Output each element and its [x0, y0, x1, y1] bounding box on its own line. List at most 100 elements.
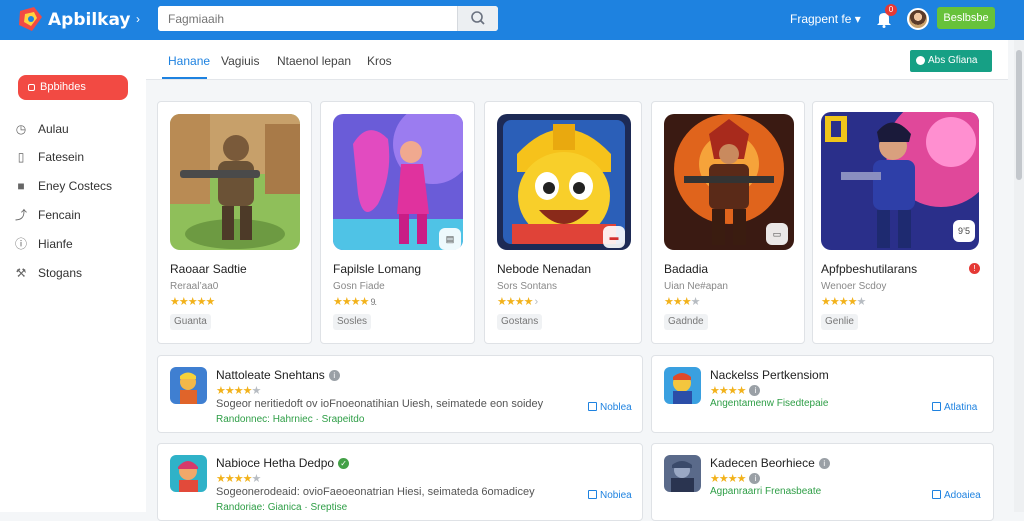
game-name[interactable]: Fapilsle Lomang: [333, 262, 421, 276]
sidebar-item-5[interactable]: ⓘ Hianfe: [14, 234, 73, 254]
chevron-down-icon: ▾: [854, 12, 861, 26]
featured-card-4[interactable]: ▭ Badadia Uian Ne#apan ★★★★ Gadnde: [651, 101, 805, 344]
list-item-categories[interactable]: Randonnec: Hahrniec · Srapeitdo: [216, 414, 364, 425]
list-item-4[interactable]: Kadecen Beorhiece i ★★★★ i Agpanraarri Fre…: [651, 443, 994, 521]
sidebar-item-6[interactable]: ⚒ Stogans: [14, 263, 82, 283]
age-rating-corner[interactable]: 9’5: [953, 220, 975, 242]
flag-icon[interactable]: ▬: [603, 226, 625, 248]
game-icon[interactable]: [664, 455, 701, 492]
game-name[interactable]: Nebode Nenadan: [497, 262, 591, 276]
list-item-title[interactable]: Nackelss Pertkensiom: [710, 368, 829, 382]
top-link-label: Fragpent fe: [790, 12, 852, 26]
tab-1[interactable]: Hanane: [168, 54, 210, 68]
featured-card-5[interactable]: 9’5 Apfpbeshutilarans ! Wenoer Scdoy ★★★…: [812, 101, 994, 344]
clock-icon: ◷: [15, 122, 27, 136]
page-scrollbar[interactable]: [1014, 40, 1024, 512]
game-icon[interactable]: [170, 367, 207, 404]
rating-stars: ★★★★: [664, 295, 700, 308]
rating-stars: ★★★★ 9.: [333, 295, 377, 308]
building-icon: ▯: [17, 150, 25, 164]
list-item-categories[interactable]: Angentamenw Fisedtepaie: [710, 398, 828, 409]
active-tab-indicator: [162, 77, 207, 79]
category-tag[interactable]: Sosles: [333, 314, 372, 330]
rating-stars: ★★★★ i: [710, 472, 761, 485]
list-item-description: Sogeor neritiedoft ov ioFnoeonatihian Ui…: [216, 398, 544, 410]
star-empty-icon: ★: [251, 385, 261, 397]
category-tag[interactable]: Guanta: [170, 314, 211, 330]
list-item-action[interactable]: Nobiea: [588, 490, 632, 501]
list-item-title[interactable]: Kadecen Beorhiece i: [710, 456, 830, 470]
app-corner-icon[interactable]: ▤: [439, 228, 461, 250]
game-icon[interactable]: [664, 367, 701, 404]
search-icon: [471, 11, 485, 25]
info-icon[interactable]: i: [749, 473, 761, 484]
scroll-thumb[interactable]: [1016, 50, 1022, 180]
sidebar-item-4[interactable]: ⤴ Fencain: [14, 205, 81, 225]
category-tag[interactable]: Gadnde: [664, 314, 708, 330]
game-thumbnail[interactable]: [170, 114, 300, 250]
rating-stars: ★★★★ i: [710, 384, 761, 397]
list-item-categories[interactable]: Randoriae: Gianica · Sreptise: [216, 502, 347, 513]
info-icon[interactable]: i: [328, 370, 340, 381]
sidebar-item-1[interactable]: ◷ Aulau: [14, 119, 69, 139]
list-item-action[interactable]: Atlatina: [932, 402, 977, 413]
list-item-title[interactable]: Nattoleate Snehtans i: [216, 368, 340, 382]
notification-badge: 0: [885, 4, 897, 16]
brand-name[interactable]: Apbilkay: [48, 10, 131, 30]
sidebar-item-label: Fatesein: [38, 150, 85, 164]
verified-icon[interactable]: ✓: [338, 458, 350, 469]
sidebar-primary-label: Bpbihdes: [40, 81, 86, 93]
user-avatar[interactable]: [907, 8, 929, 30]
tab-3[interactable]: Ntaenol lepan: [277, 54, 351, 68]
list-item-action[interactable]: Noblea: [588, 402, 632, 413]
list-item-action-label: Atlatina: [944, 402, 978, 413]
rating-stars: ★★★★ ›: [497, 295, 538, 308]
chevron-right-icon[interactable]: ›: [136, 12, 140, 26]
age-rating-text: 9’5: [957, 226, 970, 236]
list-item-action[interactable]: Adoaiea: [932, 490, 981, 501]
star-empty-icon: ★: [251, 473, 261, 485]
filter-button[interactable]: Abs Gfiana: [910, 50, 992, 72]
list-item-title[interactable]: Nabioce Hetha Dedpo ✓: [216, 456, 350, 470]
game-icon[interactable]: [170, 455, 207, 492]
sidebar: Bpbihdes ◷ Aulau ▯ Fatesein ■ Eney Costecs …: [0, 40, 146, 512]
app-corner-icon[interactable]: ▭: [766, 223, 788, 245]
rating-stars: ★★★★★: [216, 472, 261, 485]
sidebar-item-label: Aulau: [38, 122, 69, 136]
star-icon: ★★★★: [710, 473, 746, 485]
featured-card-1[interactable]: Raoaar Sadtie Reraal’aa0 ★★★★★ Guanta: [157, 101, 312, 344]
category-tag[interactable]: Gostans: [497, 314, 543, 330]
info-icon: ⓘ: [14, 237, 27, 251]
game-name[interactable]: Badadia: [664, 262, 708, 276]
info-icon[interactable]: i: [818, 458, 830, 469]
list-item-2[interactable]: Nackelss Pertkensiom ★★★★ i Angentamenw F…: [651, 355, 994, 433]
alert-badge-icon: !: [969, 263, 980, 274]
search-button[interactable]: [457, 6, 498, 31]
list-item-title-text: Nattoleate Snehtans: [216, 368, 325, 382]
tab-4[interactable]: Kros: [367, 54, 392, 68]
top-cta-button[interactable]: Beslbsbe: [937, 7, 995, 29]
search-input[interactable]: [158, 6, 456, 31]
sidebar-primary-button[interactable]: Bpbihdes: [18, 75, 128, 100]
game-developer: Sors Sontans: [497, 281, 558, 292]
game-developer: Gosn Fiade: [333, 281, 385, 292]
app-logo-icon[interactable]: [16, 5, 46, 33]
featured-card-3[interactable]: ▬ Nebode Nenadan Sors Sontans ★★★★ › Gos…: [484, 101, 642, 344]
list-item-categories[interactable]: Agpanraarri Frenasbeate: [710, 486, 821, 497]
star-half-icon: ★: [205, 296, 215, 308]
sidebar-item-3[interactable]: ■ Eney Costecs: [14, 176, 112, 196]
tab-2[interactable]: Vagiuis: [221, 54, 259, 68]
game-name[interactable]: Apfpbeshutilarans: [821, 262, 917, 276]
list-item-1[interactable]: Nattoleate Snehtans i ★★★★★ Sogeor neriti…: [157, 355, 643, 433]
star-icon: ★★★: [664, 296, 692, 308]
top-dropdown-link[interactable]: Fragpent fe ▾: [790, 12, 861, 26]
featured-card-2[interactable]: ▤ Fapilsle Lomang Gosn Fiade ★★★★ 9. Sos…: [320, 101, 475, 344]
game-name[interactable]: Raoaar Sadtie: [170, 262, 247, 276]
list-item-3[interactable]: Nabioce Hetha Dedpo ✓ ★★★★★ Sogeonerodeai…: [157, 443, 643, 521]
sidebar-item-2[interactable]: ▯ Fatesein: [14, 147, 84, 167]
chart-icon: ⤴: [14, 208, 27, 222]
sidebar-item-label: Eney Costecs: [38, 179, 113, 193]
category-tag[interactable]: Genlie: [821, 314, 858, 330]
search-bar: [158, 6, 498, 31]
info-icon[interactable]: i: [749, 385, 761, 396]
